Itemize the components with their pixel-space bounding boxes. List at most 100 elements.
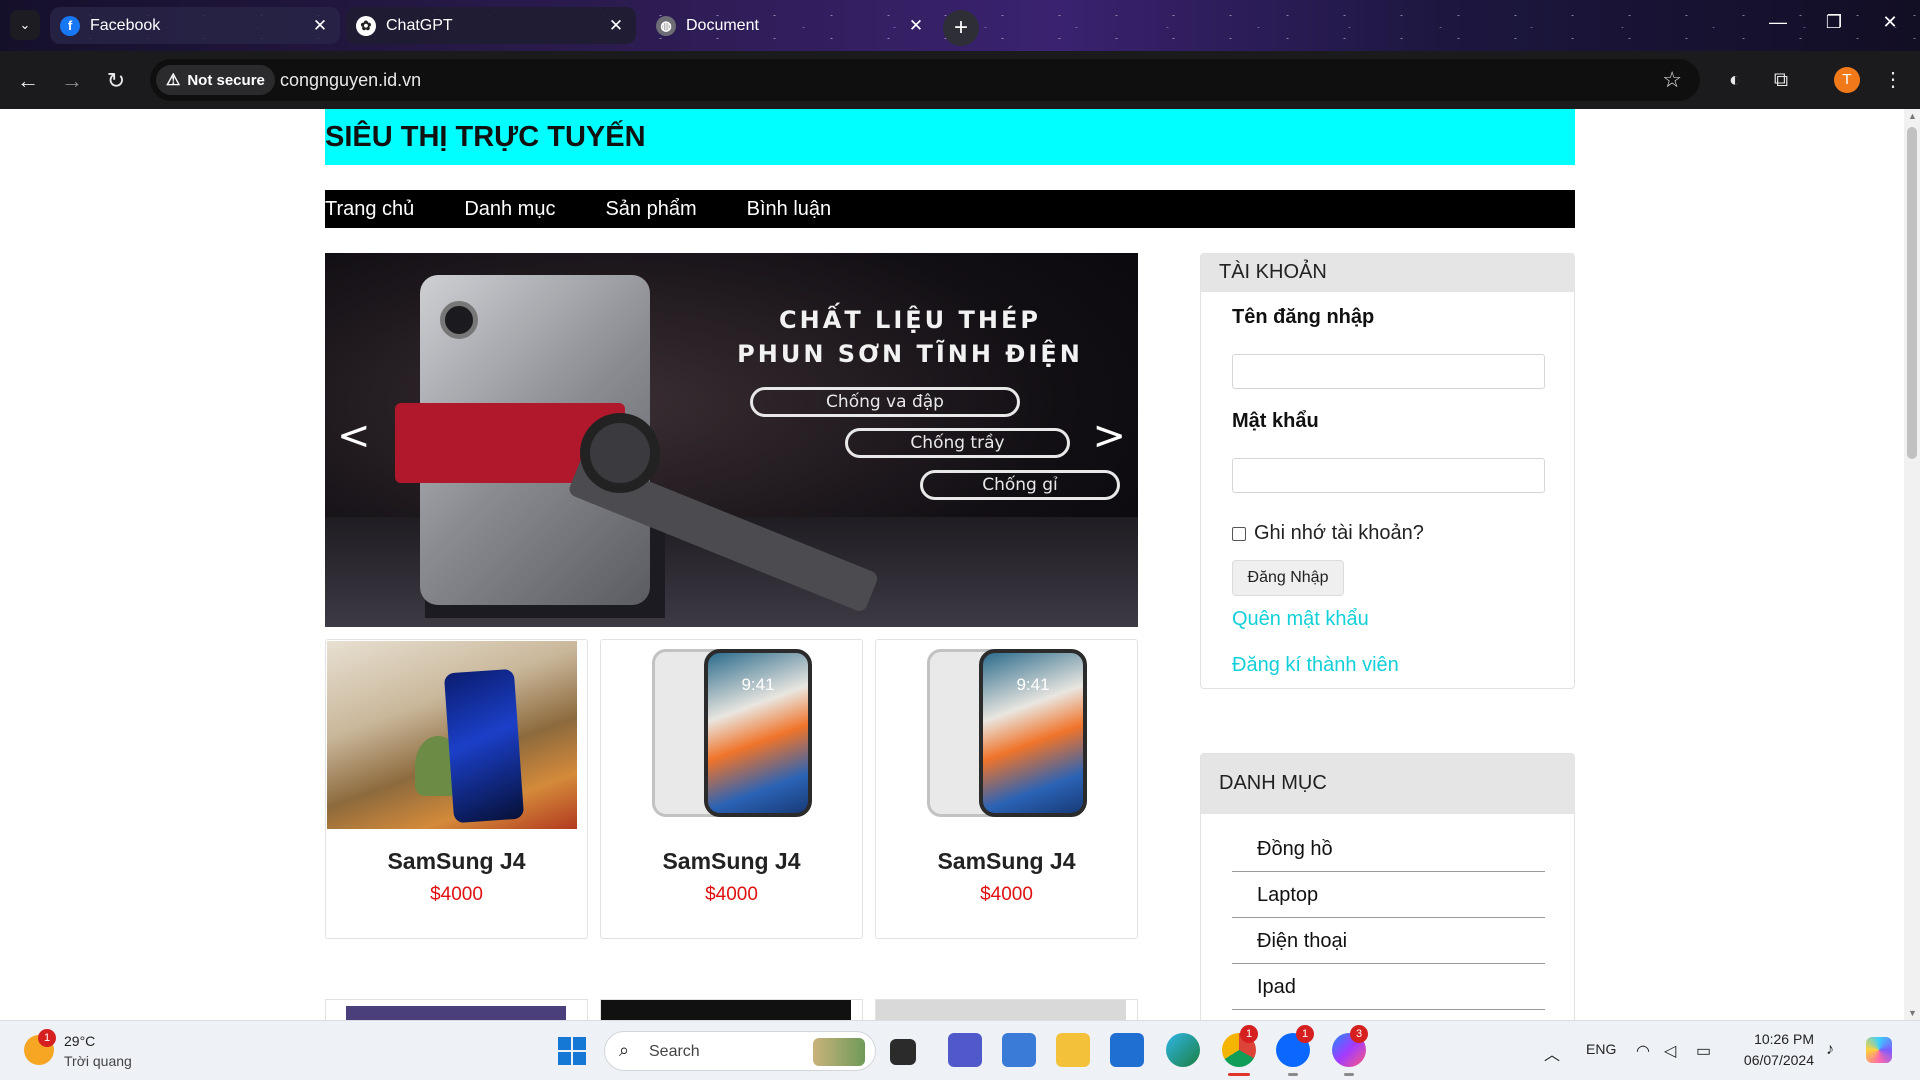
- show-hidden-icons-chevron[interactable]: ︿: [1544, 1041, 1560, 1065]
- username-input[interactable]: [1232, 354, 1545, 389]
- tab-chatgpt[interactable]: ✿ ChatGPT ✕: [346, 7, 636, 44]
- category-item[interactable]: Đồng hồ: [1232, 826, 1545, 872]
- close-tab-icon[interactable]: ✕: [906, 16, 926, 36]
- product-card-partial[interactable]: [875, 999, 1138, 1020]
- search-icon: ⌕: [619, 1040, 630, 1060]
- new-tab-button[interactable]: +: [943, 10, 979, 46]
- nav-home[interactable]: Trang chủ: [325, 198, 414, 221]
- tab-search-button[interactable]: ⌄: [10, 10, 40, 40]
- banner-slider: CHẤT LIỆU THÉP PHUN SƠN TĨNH ĐIỆN Chống …: [325, 253, 1138, 627]
- not-secure-label: Not secure: [187, 71, 265, 89]
- tab-document[interactable]: ◍ Document ✕: [646, 7, 936, 44]
- screen-time: 9:41: [1016, 675, 1050, 694]
- slider-prev-button[interactable]: <: [337, 413, 371, 459]
- volume-icon[interactable]: ◁: [1664, 1041, 1676, 1061]
- main-nav: Trang chủ Danh mục Sản phẩm Bình luận: [325, 190, 1575, 228]
- running-app-indicator: [1288, 1073, 1298, 1076]
- register-link[interactable]: Đăng kí thành viên: [1232, 654, 1399, 677]
- product-card[interactable]: SamSung J4 $4000: [325, 639, 588, 939]
- category-item[interactable]: Laptop: [1232, 872, 1545, 918]
- edge-icon[interactable]: [1166, 1033, 1200, 1067]
- teams-icon[interactable]: [948, 1033, 982, 1067]
- nav-categories[interactable]: Danh mục: [464, 198, 555, 221]
- extension-color-icon[interactable]: ◐: [1722, 67, 1748, 93]
- remember-label: Ghi nhớ tài khoản?: [1254, 522, 1424, 544]
- product-name[interactable]: SamSung J4: [326, 848, 587, 875]
- product-card[interactable]: 9:41 SamSung J4 $4000: [600, 639, 863, 939]
- clock-date[interactable]: 06/07/2024: [1738, 1052, 1814, 1068]
- remember-checkbox[interactable]: [1232, 526, 1246, 541]
- product-name[interactable]: SamSung J4: [876, 848, 1137, 875]
- weather-badge: 1: [38, 1029, 56, 1047]
- forward-icon[interactable]: →: [58, 67, 86, 95]
- product-card-partial[interactable]: [600, 999, 863, 1020]
- messenger-badge: 3: [1350, 1025, 1368, 1043]
- omnibox[interactable]: ⚠ Not secure congnguyen.id.vn ☆: [150, 59, 1700, 101]
- taskbar-search[interactable]: ⌕ Search: [604, 1031, 876, 1071]
- iphone-x-image: 9:41: [602, 641, 852, 829]
- product-price: $4000: [980, 884, 1033, 905]
- tab-title: Document: [686, 16, 759, 34]
- close-tab-icon[interactable]: ✕: [310, 16, 330, 36]
- site-title: SIÊU THỊ TRỰC TUYẾN: [325, 121, 646, 153]
- reload-icon[interactable]: ↻: [102, 67, 130, 95]
- login-button[interactable]: Đăng Nhập: [1232, 560, 1344, 596]
- chatgpt-icon: ✿: [356, 15, 376, 36]
- headline-line-2: PHUN SƠN TĨNH ĐIỆN: [737, 340, 1083, 368]
- task-view-icon[interactable]: [890, 1039, 916, 1065]
- feature-pill: Chống va đập: [750, 387, 1020, 417]
- file-explorer-icon[interactable]: [1056, 1033, 1090, 1067]
- close-window-icon[interactable]: ✕: [1870, 12, 1910, 33]
- site-info-chip[interactable]: ⚠ Not secure: [156, 65, 275, 95]
- search-placeholder: Search: [649, 1043, 700, 1060]
- page-viewport: SIÊU THỊ TRỰC TUYẾN Trang chủ Danh mục S…: [0, 109, 1920, 1020]
- product-price: $4000: [705, 884, 758, 905]
- minimize-icon[interactable]: —: [1758, 12, 1798, 33]
- category-item[interactable]: Điện thoại: [1232, 918, 1545, 964]
- product-card[interactable]: 9:41 SamSung J4 $4000: [875, 639, 1138, 939]
- page-scrollbar[interactable]: ▲ ▼: [1904, 109, 1920, 1020]
- scroll-up-icon[interactable]: ▲: [1908, 111, 1917, 121]
- tab-strip: ⌄ f Facebook ✕ ✿ ChatGPT ✕ ◍ Document ✕ …: [0, 0, 1920, 51]
- tab-title: ChatGPT: [386, 16, 453, 34]
- account-panel-header: TÀI KHOẢN: [1201, 254, 1574, 292]
- weather-temperature[interactable]: 29°C: [64, 1033, 95, 1049]
- screen-time: 9:41: [741, 675, 775, 694]
- phone-front: 9:41: [979, 649, 1087, 817]
- nav-comments[interactable]: Bình luận: [747, 198, 832, 221]
- profile-avatar[interactable]: T: [1834, 67, 1860, 93]
- weather-description[interactable]: Trời quang: [64, 1053, 132, 1069]
- notification-bell-icon[interactable]: ♪: [1826, 1041, 1834, 1059]
- clock-time[interactable]: 10:26 PM: [1754, 1031, 1814, 1047]
- category-item[interactable]: Ipad: [1232, 964, 1545, 1010]
- computer-app-icon[interactable]: [1002, 1033, 1036, 1067]
- wifi-icon[interactable]: ◠: [1636, 1041, 1650, 1061]
- product-image-partial: [346, 1006, 566, 1020]
- language-indicator[interactable]: ENG: [1586, 1041, 1616, 1057]
- back-icon[interactable]: ←: [14, 67, 42, 95]
- slider-headline: CHẤT LIỆU THÉP PHUN SƠN TĨNH ĐIỆN: [695, 303, 1125, 371]
- product-name[interactable]: SamSung J4: [601, 848, 862, 875]
- slider-next-button[interactable]: >: [1092, 413, 1126, 459]
- tab-facebook[interactable]: f Facebook ✕: [50, 7, 340, 44]
- forgot-password-link[interactable]: Quên mật khẩu: [1232, 608, 1369, 631]
- restore-icon[interactable]: ❐: [1814, 12, 1854, 33]
- remember-row: Ghi nhớ tài khoản?: [1232, 522, 1424, 545]
- category-panel: DANH MỤC Đồng hồ Laptop Điện thoại Ipad: [1200, 753, 1575, 1020]
- browser-menu-icon[interactable]: ⋮: [1880, 67, 1906, 93]
- close-tab-icon[interactable]: ✕: [606, 16, 626, 36]
- nav-products[interactable]: Sản phẩm: [605, 198, 696, 221]
- extensions-puzzle-icon[interactable]: ⧉: [1768, 67, 1794, 93]
- product-card-partial[interactable]: [325, 999, 588, 1020]
- bookmark-star-icon[interactable]: ☆: [1662, 67, 1682, 93]
- phone-device: [443, 668, 525, 824]
- scrollbar-thumb[interactable]: [1907, 127, 1917, 459]
- scroll-down-icon[interactable]: ▼: [1908, 1008, 1917, 1018]
- microsoft-store-icon[interactable]: [1110, 1033, 1144, 1067]
- start-icon[interactable]: [558, 1037, 586, 1065]
- copilot-icon[interactable]: [1866, 1037, 1892, 1063]
- password-input[interactable]: [1232, 458, 1545, 493]
- battery-icon[interactable]: ▭: [1696, 1041, 1711, 1061]
- search-highlight-icon: [813, 1038, 865, 1066]
- url-text[interactable]: congnguyen.id.vn: [280, 70, 421, 91]
